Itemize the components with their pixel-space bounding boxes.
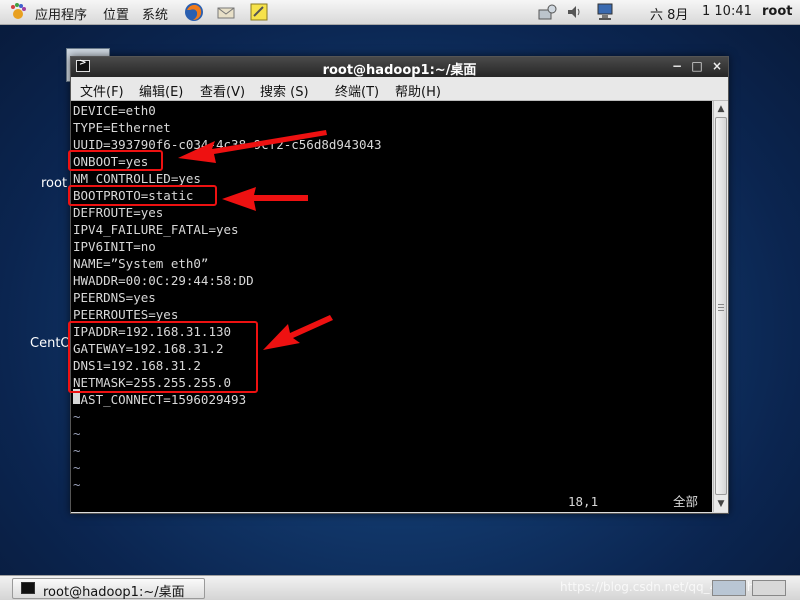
workspace-switcher-2[interactable] bbox=[752, 580, 786, 596]
terminal-window: root@hadoop1:~/桌面 − □ × 文件(F) 编辑(E) 查看(V… bbox=[70, 56, 729, 514]
notes-icon[interactable] bbox=[249, 2, 269, 22]
scroll-grip bbox=[718, 307, 724, 308]
places-menu[interactable]: 位置 bbox=[103, 4, 129, 23]
config-line-peerdns: PEERDNS=yes bbox=[73, 290, 156, 305]
menu-help[interactable]: 帮助(H) bbox=[395, 81, 441, 100]
vertical-scrollbar[interactable]: ▲ ▼ bbox=[713, 101, 728, 512]
config-line-defroute: DEFROUTE=yes bbox=[73, 205, 164, 220]
workspace-switcher-1[interactable] bbox=[712, 580, 746, 596]
empty-line-tilde: ~ bbox=[73, 460, 81, 475]
empty-line-tilde: ~ bbox=[73, 426, 81, 441]
scroll-thumb[interactable] bbox=[715, 117, 727, 495]
terminal-content[interactable]: DEVICE=eth0 TYPE=Ethernet UUID=393790f6-… bbox=[71, 101, 712, 512]
date-label[interactable]: 六 8月 bbox=[650, 4, 688, 23]
firefox-icon[interactable] bbox=[184, 2, 204, 22]
taskbar-terminal-button[interactable]: root@hadoop1:~/桌面 bbox=[12, 578, 205, 600]
scroll-up-arrow-icon[interactable]: ▲ bbox=[714, 102, 728, 116]
volume-icon[interactable] bbox=[565, 2, 585, 22]
network-update-icon[interactable] bbox=[537, 2, 557, 22]
menu-file[interactable]: 文件(F) bbox=[80, 81, 124, 100]
window-title: root@hadoop1:~/桌面 bbox=[322, 63, 477, 78]
network-icon[interactable] bbox=[595, 2, 615, 22]
clock[interactable]: 1 10:41 bbox=[702, 4, 752, 19]
config-line-ipv6init: IPV6INIT=no bbox=[73, 239, 156, 254]
config-line-ipv4-failure: IPV4_FAILURE_FATAL=yes bbox=[73, 222, 239, 237]
desktop-icon-label-root[interactable]: root bbox=[41, 176, 67, 191]
menu-terminal[interactable]: 终端(T) bbox=[335, 81, 379, 100]
scroll-down-arrow-icon[interactable]: ▼ bbox=[714, 497, 728, 511]
scroll-grip bbox=[718, 304, 724, 305]
config-line-name: NAME=”System eth0” bbox=[73, 256, 209, 271]
empty-line-tilde: ~ bbox=[73, 477, 81, 492]
highlight-network-settings bbox=[68, 321, 258, 393]
menubar: 文件(F) 编辑(E) 查看(V) 搜索 (S) 终端(T) 帮助(H) bbox=[71, 77, 728, 101]
maximize-button[interactable]: □ bbox=[690, 59, 704, 73]
scroll-grip bbox=[718, 310, 724, 311]
highlight-onboot bbox=[68, 150, 163, 171]
applications-menu[interactable]: 应用程序 bbox=[35, 4, 87, 23]
config-line-device: DEVICE=eth0 bbox=[73, 103, 156, 118]
gnome-foot-icon[interactable] bbox=[8, 2, 28, 22]
view-scope-status: 全部 bbox=[673, 494, 699, 509]
config-line-hwaddr: HWADDR=00:0C:29:44:58:DD bbox=[73, 273, 254, 288]
menu-edit[interactable]: 编辑(E) bbox=[139, 81, 183, 100]
cursor-position-status: 18,1 bbox=[568, 494, 599, 509]
mail-icon[interactable] bbox=[216, 2, 236, 22]
minimize-button[interactable]: − bbox=[670, 59, 684, 73]
window-titlebar[interactable]: root@hadoop1:~/桌面 − □ × bbox=[71, 57, 728, 78]
close-button[interactable]: × bbox=[710, 59, 724, 73]
menu-view[interactable]: 查看(V) bbox=[200, 81, 245, 100]
empty-line-tilde: ~ bbox=[73, 443, 81, 458]
config-line-last-connect: LAST_CONNECT=1596029493 bbox=[73, 392, 247, 407]
config-line-type: TYPE=Ethernet bbox=[73, 120, 171, 135]
highlight-bootproto bbox=[68, 185, 217, 206]
menu-search[interactable]: 搜索 (S) bbox=[260, 81, 309, 100]
system-menu[interactable]: 系统 bbox=[142, 4, 168, 23]
user-menu[interactable]: root bbox=[762, 4, 793, 19]
empty-line-tilde: ~ bbox=[73, 409, 81, 424]
top-panel: 应用程序 位置 系统 六 8月 1 10:41 root bbox=[0, 0, 800, 25]
terminal-icon bbox=[21, 582, 35, 594]
taskbar-button-label: root@hadoop1:~/桌面 bbox=[43, 585, 185, 600]
desktop-icon-label-centos[interactable]: CentO bbox=[30, 336, 71, 351]
